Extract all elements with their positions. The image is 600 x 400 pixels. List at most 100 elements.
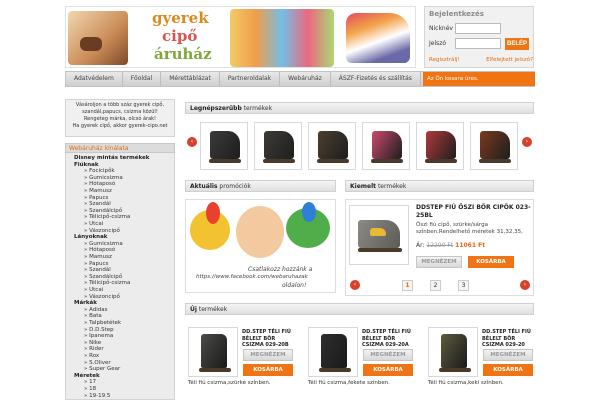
popular-product-thumbnail[interactable] <box>200 122 248 170</box>
category-item[interactable]: » Talpbetétek <box>84 320 121 326</box>
featured-add-to-cart-button[interactable]: KOSÁRBA <box>468 256 514 268</box>
popular-product-thumbnail[interactable] <box>416 122 464 170</box>
category-item[interactable]: » D.D.Step <box>84 327 114 333</box>
category-item[interactable]: » Papucs <box>84 261 108 267</box>
category-item[interactable]: » Adidas <box>84 307 108 313</box>
featured-product-name[interactable]: DDSTEP FIÚ ŐSZI BŐR CIPŐK 023-25BL <box>416 204 532 220</box>
featured-title-rest: termékek <box>376 183 407 190</box>
popular-title-rest: termékek <box>241 105 273 112</box>
popular-header: Legnépszerűbb termékek <box>185 102 534 114</box>
promotion-image[interactable]: Csatlakozz hozzánk a https://www.faceboo… <box>185 199 336 293</box>
category-item[interactable]: » S.Oliver <box>84 360 111 366</box>
category-item[interactable]: » Rider <box>84 346 104 352</box>
popular-product-thumbnail[interactable] <box>362 122 410 170</box>
promotions-title-rest: promóciók <box>217 183 251 190</box>
login-box: Bejelentkezés Nicknév Jelszó BELÉP Regis… <box>424 6 534 68</box>
shoe-sole <box>479 159 511 163</box>
forgot-password-link[interactable]: Elfelejtett jelszó? <box>486 57 533 63</box>
featured-next-button[interactable]: › <box>520 280 530 290</box>
category-item[interactable]: » 19-19.5 <box>84 393 110 399</box>
shoe-image <box>372 131 402 159</box>
category-item[interactable]: » Gumicsizma <box>84 175 123 181</box>
category-item[interactable]: » Vászoncipő <box>84 228 120 234</box>
category-item[interactable]: » 18 <box>84 386 96 392</box>
promo-line: szandál,papucs, csizma közül! <box>82 109 158 115</box>
category-item[interactable]: » Gumicsizma <box>84 241 123 247</box>
promo-caption: https://www.facebook.com/webaruhazak <box>196 274 308 280</box>
category-item[interactable]: » Rox <box>84 353 99 359</box>
category-item[interactable]: Lányoknak <box>74 234 107 240</box>
category-item[interactable]: » Bata <box>84 313 102 319</box>
category-item[interactable]: » Focicipők <box>84 168 115 174</box>
login-button[interactable]: BELÉP <box>505 38 529 50</box>
category-item[interactable]: » Mamusz <box>84 188 112 194</box>
carousel-next-button[interactable]: › <box>522 137 532 147</box>
nav-item-adatvedelem[interactable]: Adatvédelem <box>66 72 123 86</box>
featured-product-image[interactable] <box>349 205 409 265</box>
nav-item-merettablazat[interactable]: Mérettáblázat <box>161 72 220 86</box>
category-item[interactable]: » Nike <box>84 340 101 346</box>
category-item[interactable]: » 17 <box>84 379 96 385</box>
password-input[interactable] <box>455 37 501 49</box>
category-item[interactable]: » Ipanema <box>84 333 113 339</box>
category-item[interactable]: » Vászoncipő <box>84 294 120 300</box>
new-product-image[interactable] <box>308 327 358 377</box>
new-product-title[interactable]: DD.STEP TÉLI FIÚ BÉLELT BŐR CSIZMA 029-2… <box>362 329 418 349</box>
new-product-add-to-cart-button[interactable]: KOSÁRBA <box>243 364 293 376</box>
new-product-view-button[interactable]: MEGNÉZEM <box>243 349 293 361</box>
promo-caption: oldalon! <box>282 282 307 289</box>
new-products-header: Új termékek <box>185 303 534 315</box>
category-item[interactable]: » Super Gear <box>84 366 120 372</box>
logo-word: áruház <box>154 45 212 63</box>
new-product-image[interactable] <box>188 327 238 377</box>
category-item[interactable]: » Mamusz <box>84 254 112 260</box>
new-product-add-to-cart-button[interactable]: KOSÁRBA <box>483 364 533 376</box>
category-item[interactable]: » Szandálcipő <box>84 208 122 214</box>
nav-item-partneroldalak[interactable]: Partneroldalak <box>220 72 281 86</box>
new-product-image[interactable] <box>428 327 478 377</box>
category-item[interactable]: » Télicipő-csizma <box>84 214 130 220</box>
popular-product-thumbnail[interactable] <box>254 122 302 170</box>
nav-item-aszf[interactable]: ÁSZF-Fizetés és szállítás <box>331 72 421 86</box>
page-button-1[interactable]: 1 <box>402 280 413 291</box>
nav-item-webaruhaz[interactable]: Webáruház <box>280 72 331 86</box>
header-banner: gyerek cipő áruház <box>65 6 416 68</box>
cart-status[interactable]: Az Ön kosara üres. <box>423 72 535 86</box>
featured-view-button[interactable]: MEGNÉZEM <box>416 256 462 268</box>
page-button-3[interactable]: 3 <box>458 280 469 291</box>
paint-hand <box>302 202 316 222</box>
page-button-2[interactable]: 2 <box>430 280 441 291</box>
category-item[interactable]: » Szandálcipő <box>84 274 122 280</box>
category-item[interactable]: » Szandál <box>84 201 111 207</box>
new-product-title[interactable]: DD.STEP TÉLI FIÚ BÉLELT BŐR CSIZMA 029-2… <box>482 329 538 349</box>
carousel-prev-button[interactable]: ‹ <box>187 137 197 147</box>
category-item[interactable]: Márkák <box>74 300 97 306</box>
popular-product-thumbnail[interactable] <box>470 122 518 170</box>
new-product-view-button[interactable]: MEGNÉZEM <box>483 349 533 361</box>
category-item[interactable]: » Hótaposó <box>84 181 115 187</box>
password-label: Jelszó <box>429 39 447 47</box>
shoe-image <box>321 334 347 368</box>
featured-prev-button[interactable]: ‹ <box>350 280 360 290</box>
login-title: Bejelentkezés <box>429 10 484 18</box>
popular-product-thumbnail[interactable] <box>308 122 356 170</box>
category-item[interactable]: » Szandál <box>84 267 111 273</box>
category-item[interactable]: » Utcai <box>84 221 103 227</box>
category-item[interactable]: Fiúknak <box>74 162 99 168</box>
new-product-add-to-cart-button[interactable]: KOSÁRBA <box>363 364 413 376</box>
category-item[interactable]: » Utcai <box>84 287 103 293</box>
category-item[interactable]: » Hótaposó <box>84 247 115 253</box>
nav-item-fooldal[interactable]: Főoldal <box>123 72 162 86</box>
nick-input[interactable] <box>455 22 501 34</box>
category-item[interactable]: Méretek <box>74 373 100 379</box>
category-item[interactable]: » Télicipő-csizma <box>84 280 130 286</box>
nick-label: Nicknév <box>429 24 453 32</box>
register-link[interactable]: Regisztrálj! <box>429 57 460 63</box>
sidebar-promo-text: Vásároljon a több száz gyerek cipő, szan… <box>65 99 175 137</box>
shoe-image <box>480 131 510 159</box>
category-item[interactable]: » Papucs <box>84 195 108 201</box>
new-product-title[interactable]: DD.STEP TÉLI FIÚ BÉLELT BŐR CSIZMA 029-2… <box>242 329 298 349</box>
promo-line: Rengeteg márka, olcsó árak! <box>83 116 157 122</box>
new-product-view-button[interactable]: MEGNÉZEM <box>363 349 413 361</box>
category-item[interactable]: Disney mintás termékek <box>74 155 149 161</box>
